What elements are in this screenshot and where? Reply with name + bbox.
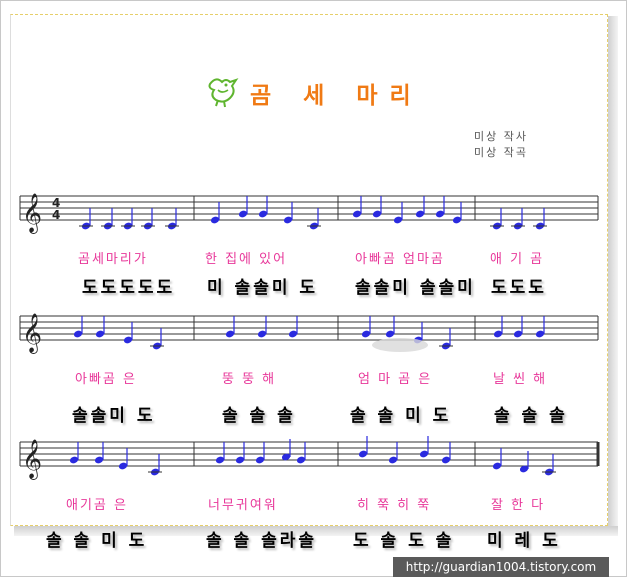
lyric-text: 뚱 뚱 해 (222, 372, 277, 387)
solfege-text: 미 솔솔미 도 (207, 278, 319, 298)
lyric-text: 아빠곰 엄마곰 (355, 252, 445, 267)
smudge-shape (372, 338, 428, 352)
lyric-text: 곰세마리가 (78, 252, 148, 267)
solfege-text: 솔 솔 미 도 (46, 531, 148, 551)
solfege-text: 솔솔미 도 (72, 406, 156, 426)
lyric-text: 아빠곰 은 (75, 372, 137, 387)
solfege-text: 솔솔미 솔솔미 (355, 278, 476, 298)
treble-clef-icon: 𝄞 (22, 193, 42, 234)
treble-clef-icon: 𝄞 (22, 439, 42, 480)
lyric-text: 히 쭉 히 쭉 (357, 498, 432, 513)
lyric-text: 애 기 곰 (490, 252, 545, 267)
lyric-text: 잘 한 다 (491, 498, 546, 513)
lyric-text: 엄 마 곰 은 (358, 372, 433, 387)
watermark: http://guardian1004.tistory.com (393, 557, 609, 577)
lyric-text: 애기곰 은 (66, 498, 128, 513)
solfege-text: 솔 솔 솔라솔 (206, 531, 318, 551)
lyric-text: 날 씬 해 (493, 372, 548, 387)
time-signature-bottom: 4 (52, 208, 60, 222)
lyric-text: 너무귀여워 (208, 498, 278, 513)
solfege-text: 도도도 (491, 278, 547, 298)
solfege-text: 솔 솔 솔 (222, 406, 296, 426)
solfege-text: 미 레 도 (487, 531, 561, 551)
solfege-text: 솔 솔 솔 (494, 406, 568, 426)
solfege-text: 도 솔 도 솔 (353, 531, 455, 551)
solfege-text: 도도도도도 (82, 278, 176, 298)
lyric-text: 한 집에 있어 (205, 252, 288, 267)
solfege-text: 솔 솔 미 도 (350, 406, 452, 426)
treble-clef-icon: 𝄞 (22, 313, 42, 354)
